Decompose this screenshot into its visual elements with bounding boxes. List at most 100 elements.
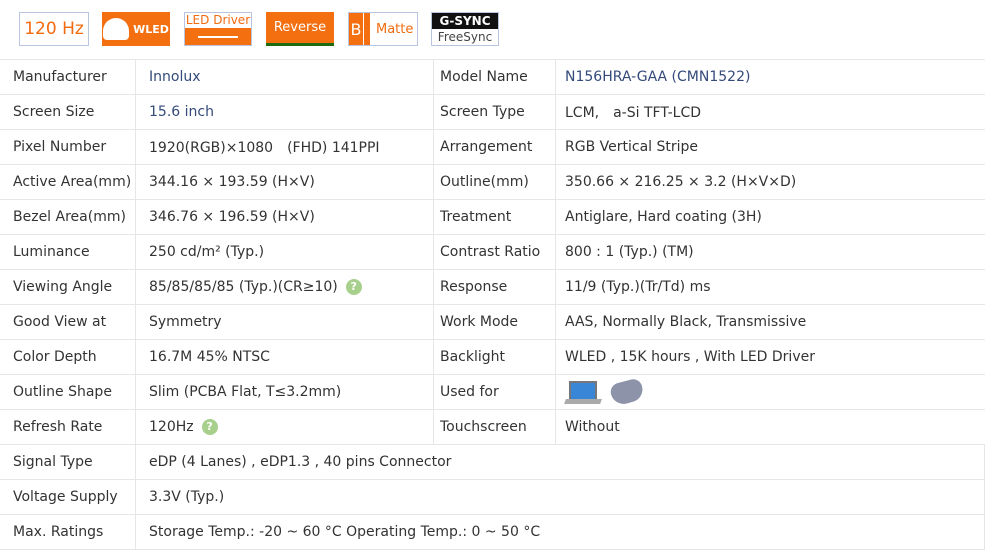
spec-value: 250 cd/m² (Typ.) [135,234,434,270]
table-row: Refresh Rate 120Hz? Touchscreen Without [0,409,985,445]
table-row: Bezel Area(mm) 346.76 × 196.59 (H×V) Treat… [0,199,985,235]
spec-label-text: Pixel Number [13,139,107,155]
spec-value-text: 85/85/85/85 (Typ.)(CR≥10) [149,279,338,295]
spec-value: 85/85/85/85 (Typ.)(CR≥10)? [135,269,434,305]
gsync-label: G-SYNC [432,13,498,29]
spec-value: 16.7M 45% NTSC [135,339,434,375]
spec-label-text: Refresh Rate [13,419,103,435]
spec-value-text: 16.7M 45% NTSC [149,349,270,365]
spec-label: Viewing Angle [0,269,136,305]
spec-label-text: Max. Ratings [13,524,104,540]
spec-label: Used for [433,374,556,410]
spec-value-text: 344.16 × 193.59 (H×V) [149,174,315,190]
spec-label: Max. Ratings [0,514,136,550]
spec-table: Manufacturer Innolux Model Name N156HRA-GAA… [0,59,985,550]
table-row: Manufacturer Innolux Model Name N156HRA-GAA… [0,59,985,95]
connector-icon [185,28,251,45]
spec-label: Screen Size [0,94,136,130]
help-icon[interactable]: ? [345,279,362,295]
spec-label-text: Good View at [13,314,107,330]
spec-label-text: Arrangement [440,139,533,155]
spec-label: Response [433,269,556,305]
spec-value: N156HRA-GAA (CMN1522) [555,59,985,95]
spec-value: 3.3V (Typ.) [135,479,985,515]
spec-label-text: Backlight [440,349,506,365]
freesync-label: FreeSync [437,30,493,44]
spec-label: Work Mode [433,304,556,340]
spec-value: 344.16 × 193.59 (H×V) [135,164,434,200]
spec-value-text: 346.76 × 196.59 (H×V) [149,209,315,225]
spec-value-text: Antiglare, Hard coating (3H) [565,209,762,225]
spec-value: eDP (4 Lanes) , eDP1.3 , 40 pins Connect… [135,444,985,480]
table-row: Signal Type eDP (4 Lanes) , eDP1.3 , 40 p… [0,444,985,480]
spec-label: Bezel Area(mm) [0,199,136,235]
spec-label: Voltage Supply [0,479,136,515]
spec-label: Arrangement [433,129,556,165]
matte-b-icon: B [349,13,364,45]
spec-label-text: Screen Size [13,104,95,120]
table-row: Luminance 250 cd/m² (Typ.) Contrast Ratio 8… [0,234,985,270]
spec-value-text: 11/9 (Typ.)(Tr/Td) ms [565,279,711,295]
spec-label-text: Outline Shape [13,384,112,400]
spec-label-text: Voltage Supply [13,489,118,505]
badge-led-driver-label: LED Driver [185,13,251,27]
spec-label-text: Outline(mm) [440,174,529,190]
badge-reverse: Reverse [266,12,334,46]
spec-label: Contrast Ratio [433,234,556,270]
spec-label-text: Used for [440,384,499,400]
spec-value [555,374,985,410]
spec-value-text: Storage Temp.: -20 ~ 60 °C Operating Tem… [149,524,541,540]
spec-label: Active Area(mm) [0,164,136,200]
table-row: Voltage Supply 3.3V (Typ.) [0,479,985,515]
led-icon [103,18,130,40]
spec-value: 350.66 × 216.25 × 3.2 (H×V×D) [555,164,985,200]
spec-label: Outline(mm) [433,164,556,200]
spec-label: Color Depth [0,339,136,375]
spec-value-text: Innolux [149,69,201,85]
spec-value: Storage Temp.: -20 ~ 60 °C Operating Tem… [135,514,985,550]
spec-label: Refresh Rate [0,409,136,445]
spec-label: Signal Type [0,444,136,480]
spec-value-text: LCM, a-Si TFT-LCD [565,105,701,121]
spec-value: AAS, Normally Black, Transmissive [555,304,985,340]
spec-value: Symmetry [135,304,434,340]
spec-label-text: Work Mode [440,314,519,330]
spec-value-text: Without [565,419,620,435]
table-row: Color Depth 16.7M 45% NTSC Backlight WLED ,… [0,339,985,375]
badge-120hz: 120 Hz [19,12,89,46]
spec-value: 15.6 inch [135,94,434,130]
laptop-icon [564,379,602,405]
spec-label-text: Bezel Area(mm) [13,209,126,225]
spec-value-text: 800 : 1 (Typ.) (TM) [565,244,694,260]
table-row: Screen Size 15.6 inch Screen Type LCM, a-Si… [0,94,985,130]
spec-label-text: Contrast Ratio [440,244,541,260]
table-row: Outline Shape Slim (PCBA Flat, T≤3.2mm) Us… [0,374,985,410]
spec-label: Touchscreen [433,409,556,445]
badge-wled: WLED [102,12,170,46]
spec-value: Innolux [135,59,434,95]
spec-label-text: Model Name [440,69,528,85]
spec-value: WLED , 15K hours , With LED Driver [555,339,985,375]
spec-value-text: 1920(RGB)×1080 (FHD) 141PPI [149,140,380,156]
gamepad-icon [608,377,646,407]
badge-led-driver: LED Driver [184,12,252,46]
badge-matte: B Matte [348,12,418,46]
spec-label-text: Manufacturer [13,69,107,85]
spec-label: Backlight [433,339,556,375]
table-row: Viewing Angle 85/85/85/85 (Typ.)(CR≥10)? R… [0,269,985,305]
spec-label: Good View at [0,304,136,340]
help-icon[interactable]: ? [201,419,218,435]
spec-value: Without [555,409,985,445]
spec-value-text: N156HRA-GAA (CMN1522) [565,69,751,85]
spec-label-text: Touchscreen [440,419,527,435]
spec-value: 11/9 (Typ.)(Tr/Td) ms [555,269,985,305]
spec-value-text: 15.6 inch [149,104,214,120]
spec-value: 120Hz? [135,409,434,445]
spec-value-text: 250 cd/m² (Typ.) [149,244,265,260]
badge-wled-label: WLED [133,22,169,36]
spec-value: RGB Vertical Stripe [555,129,985,165]
spec-value-text: 3.3V (Typ.) [149,489,225,505]
spec-value-text: AAS, Normally Black, Transmissive [565,314,807,330]
badge-gsync-freesync: G-SYNC FreeSync [431,12,499,46]
spec-value: Slim (PCBA Flat, T≤3.2mm) [135,374,434,410]
